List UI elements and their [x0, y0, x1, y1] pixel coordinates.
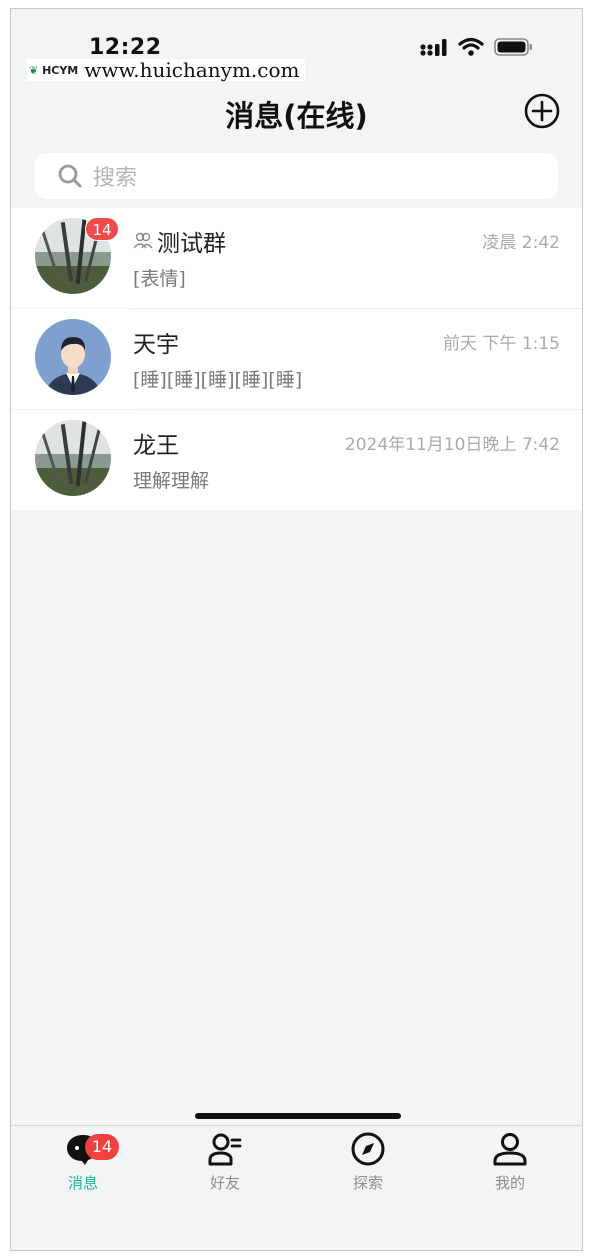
profile-icon — [493, 1133, 527, 1166]
tab-me[interactable]: 我的 — [470, 1132, 550, 1193]
chat-name: 天宇 — [133, 332, 179, 358]
unread-badge: 14 — [85, 217, 119, 241]
chat-preview: 理解理解 — [133, 470, 210, 492]
chat-time: 前天 下午 1:15 — [443, 334, 560, 354]
phone-screen: 12:22 ❦ HCYM www.huichanym.com 消息(在线) 搜索… — [10, 8, 583, 1251]
group-icon — [133, 232, 153, 249]
battery-icon — [494, 38, 532, 56]
page-title: 消息(在线) — [225, 99, 368, 133]
compass-icon — [351, 1132, 385, 1166]
tab-badge: 14 — [85, 1134, 119, 1160]
friends-icon — [208, 1133, 242, 1166]
search-input[interactable]: 搜索 — [35, 153, 558, 199]
chat-list: 14 测试群 凌晨 2:42 [表情] 天宇 前天 下午 1:15 [睡][睡]… — [11, 208, 582, 510]
tab-label: 消息 — [67, 1174, 98, 1192]
tab-bar: 14 消息 好友 探索 我的 — [11, 1125, 582, 1250]
avatar — [35, 420, 111, 496]
wifi-icon — [458, 37, 484, 56]
chat-item-group[interactable]: 14 测试群 凌晨 2:42 [表情] — [11, 208, 582, 309]
status-time: 12:22 — [89, 35, 162, 60]
home-indicator[interactable] — [195, 1113, 401, 1119]
add-button[interactable] — [524, 93, 560, 129]
chat-time: 凌晨 2:42 — [482, 233, 560, 253]
status-icons — [420, 37, 534, 57]
chat-name: 龙王 — [133, 433, 179, 459]
search-icon — [58, 164, 82, 188]
tab-explore[interactable]: 探索 — [328, 1132, 408, 1193]
chat-item-contact[interactable]: 龙王 2024年11月10日晚上 7:42 理解理解 — [11, 410, 582, 510]
chat-preview: [睡][睡][睡][睡][睡] — [133, 369, 303, 391]
cellular-signal-icon — [420, 39, 447, 56]
chat-name: 测试群 — [133, 224, 226, 258]
chat-item-contact[interactable]: 天宇 前天 下午 1:15 [睡][睡][睡][睡][睡] — [11, 309, 582, 410]
watermark-url: www.huichanym.com — [84, 58, 300, 82]
watermark-logo: ❦ HCYM — [29, 63, 79, 77]
tab-label: 探索 — [352, 1174, 383, 1192]
avatar — [35, 319, 111, 395]
chat-preview: [表情] — [133, 268, 186, 290]
search-placeholder: 搜索 — [93, 166, 138, 191]
tab-label: 我的 — [494, 1174, 525, 1192]
tab-friends[interactable]: 好友 — [185, 1132, 265, 1193]
watermark: ❦ HCYM www.huichanym.com — [27, 58, 306, 82]
tab-messages[interactable]: 14 消息 — [43, 1132, 123, 1193]
chat-time: 2024年11月10日晚上 7:42 — [344, 435, 560, 455]
tab-label: 好友 — [209, 1174, 240, 1192]
header: 消息(在线) — [11, 89, 582, 135]
chat-name-label: 测试群 — [157, 231, 226, 257]
